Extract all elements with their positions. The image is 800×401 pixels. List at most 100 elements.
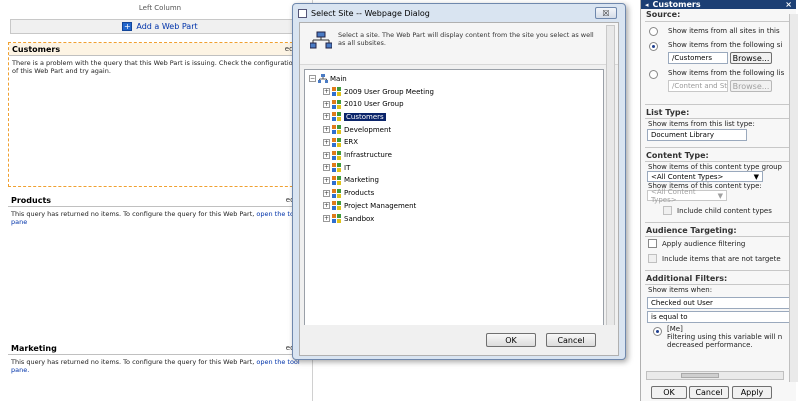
site-tree[interactable]: − Main +2009 User Group Meeting +2010 Use… bbox=[304, 69, 604, 345]
select-site-dialog: Select Site -- Webpage Dialog ☒ Select a… bbox=[292, 3, 626, 360]
tree-node-site[interactable]: + Marketing bbox=[323, 175, 379, 186]
expand-icon[interactable]: + bbox=[323, 88, 330, 95]
tree-node-label: ERX bbox=[344, 138, 359, 147]
tree-node-site[interactable]: + Development bbox=[323, 124, 391, 135]
web-part-header: Products edit ▾ bbox=[8, 194, 308, 207]
expand-icon[interactable]: + bbox=[323, 202, 330, 210]
expand-icon[interactable]: + bbox=[323, 138, 330, 146]
web-part-message: There is a problem with the query that t… bbox=[12, 59, 297, 75]
divider bbox=[645, 222, 792, 223]
dialog-scrollbar[interactable] bbox=[606, 25, 615, 353]
expand-icon[interactable]: + bbox=[323, 164, 330, 172]
tree-node-label: Infrastructure bbox=[344, 151, 392, 159]
site-icon bbox=[332, 125, 341, 135]
close-icon[interactable]: × bbox=[785, 0, 792, 9]
list-type-heading: List Type: bbox=[646, 108, 690, 117]
apply-audience-checkbox[interactable] bbox=[648, 239, 657, 248]
dialog-cancel-button[interactable]: Cancel bbox=[546, 333, 596, 347]
source-heading: Source: bbox=[646, 10, 681, 19]
me-label: [Me] bbox=[667, 325, 683, 333]
site-icon bbox=[332, 137, 341, 147]
filter-field-select[interactable]: Checked out User bbox=[647, 297, 793, 309]
page-icon bbox=[298, 8, 307, 18]
expand-icon[interactable]: + bbox=[323, 113, 330, 121]
close-icon: ☒ bbox=[602, 8, 610, 18]
web-part-title: Marketing bbox=[11, 343, 57, 353]
add-icon bbox=[122, 22, 133, 31]
radio-me[interactable] bbox=[653, 327, 662, 336]
tree-node-site[interactable]: + Sandbox bbox=[323, 213, 374, 224]
tree-node-site[interactable]: + Customers bbox=[323, 111, 386, 122]
radio-all-sites-label: Show items from all sites in this bbox=[668, 27, 780, 35]
tree-node-site[interactable]: +2009 User Group Meeting bbox=[323, 86, 434, 97]
products-web-part: Products edit ▾ This query has returned … bbox=[8, 194, 308, 334]
expand-icon[interactable]: + bbox=[323, 215, 330, 222]
divider bbox=[645, 118, 792, 119]
tree-node-site[interactable]: + Products bbox=[323, 188, 374, 199]
tree-node-label: Project Management bbox=[344, 201, 417, 210]
tree-node-label: Main bbox=[330, 74, 347, 83]
site-hierarchy-icon bbox=[310, 31, 332, 49]
radio-following-site-label: Show items from the following si bbox=[668, 41, 783, 49]
expand-icon[interactable]: + bbox=[323, 100, 330, 108]
tree-node-site[interactable]: + IT bbox=[323, 162, 350, 173]
content-type-select[interactable]: <All Content Types> ▼ bbox=[647, 188, 727, 204]
tree-node-site[interactable]: + Project Management bbox=[323, 200, 416, 211]
expand-icon[interactable]: + bbox=[323, 151, 330, 159]
web-part-header: Customers edit ▾ bbox=[9, 43, 307, 56]
dropdown-arrow-icon: ▼ bbox=[717, 191, 723, 200]
tree-node-site[interactable]: + Infrastructure bbox=[323, 150, 392, 161]
site-path-input[interactable]: /Customers bbox=[668, 52, 728, 64]
filter-note: Filtering using this variable will n dec… bbox=[667, 333, 783, 349]
toolpane-apply-button[interactable]: Apply bbox=[732, 386, 772, 399]
toolpane-ok-button[interactable]: OK bbox=[651, 386, 687, 399]
dialog-close-button[interactable]: ☒ bbox=[595, 7, 617, 19]
dialog-footer: OK Cancel bbox=[300, 325, 618, 355]
expand-icon[interactable]: + bbox=[323, 176, 330, 184]
tree-node-main[interactable]: − Main bbox=[309, 73, 347, 84]
site-icon bbox=[332, 175, 341, 185]
include-not-targeted-checkbox[interactable] bbox=[648, 254, 657, 263]
tree-node-label: Customers bbox=[344, 112, 386, 121]
list-path-input[interactable]: /Content and St bbox=[668, 80, 728, 92]
expand-icon[interactable]: + bbox=[323, 126, 330, 134]
horizontal-scrollbar[interactable] bbox=[646, 371, 784, 380]
site-icon bbox=[332, 201, 341, 211]
tree-node-site[interactable]: + ERX bbox=[323, 137, 358, 148]
content-type-group-select[interactable]: <All Content Types> ▼ bbox=[647, 171, 763, 182]
dialog-ok-button[interactable]: OK bbox=[486, 333, 536, 347]
filter-operator-select[interactable]: is equal to bbox=[647, 311, 793, 323]
scroll-thumb[interactable] bbox=[681, 373, 719, 378]
list-type-label: Show items from this list type: bbox=[648, 120, 755, 128]
tree-node-site[interactable]: +2010 User Group bbox=[323, 99, 404, 110]
expand-icon[interactable]: + bbox=[323, 189, 330, 197]
collapse-icon[interactable]: − bbox=[309, 75, 316, 82]
web-part-title: Customers bbox=[12, 44, 61, 54]
dialog-title: Select Site -- Webpage Dialog bbox=[311, 8, 430, 18]
tree-node-label: Development bbox=[344, 125, 392, 134]
browse-site-button[interactable]: Browse... bbox=[730, 52, 772, 64]
divider bbox=[645, 104, 792, 105]
filters-label: Show items when: bbox=[648, 286, 713, 294]
radio-following-site[interactable] bbox=[649, 42, 658, 51]
tool-pane-title-bar: ◂ Customers × bbox=[641, 0, 796, 9]
site-icon bbox=[332, 214, 341, 223]
site-icon bbox=[332, 112, 341, 122]
divider bbox=[645, 147, 792, 148]
site-icon bbox=[318, 74, 328, 83]
filters-heading: Additional Filters: bbox=[646, 274, 728, 283]
customers-web-part[interactable]: Customers edit ▾ There is a problem with… bbox=[8, 42, 308, 187]
browse-list-button[interactable]: Browse... bbox=[730, 80, 772, 92]
toolpane-cancel-button[interactable]: Cancel bbox=[689, 386, 729, 399]
apply-audience-label: Apply audience filtering bbox=[662, 239, 746, 248]
vertical-scrollbar[interactable] bbox=[789, 14, 798, 382]
add-web-part-button[interactable]: Add a Web Part bbox=[10, 19, 310, 34]
dialog-header: Select a site. The Web Part will display… bbox=[300, 23, 618, 65]
add-web-part-label: Add a Web Part bbox=[136, 22, 198, 31]
include-child-checkbox[interactable] bbox=[663, 206, 672, 215]
radio-following-list[interactable] bbox=[649, 70, 658, 79]
back-icon[interactable]: ◂ bbox=[645, 1, 649, 9]
list-type-select[interactable]: Document Library bbox=[647, 129, 747, 141]
radio-all-sites[interactable] bbox=[649, 27, 658, 36]
tool-pane-title: Customers bbox=[652, 0, 701, 9]
